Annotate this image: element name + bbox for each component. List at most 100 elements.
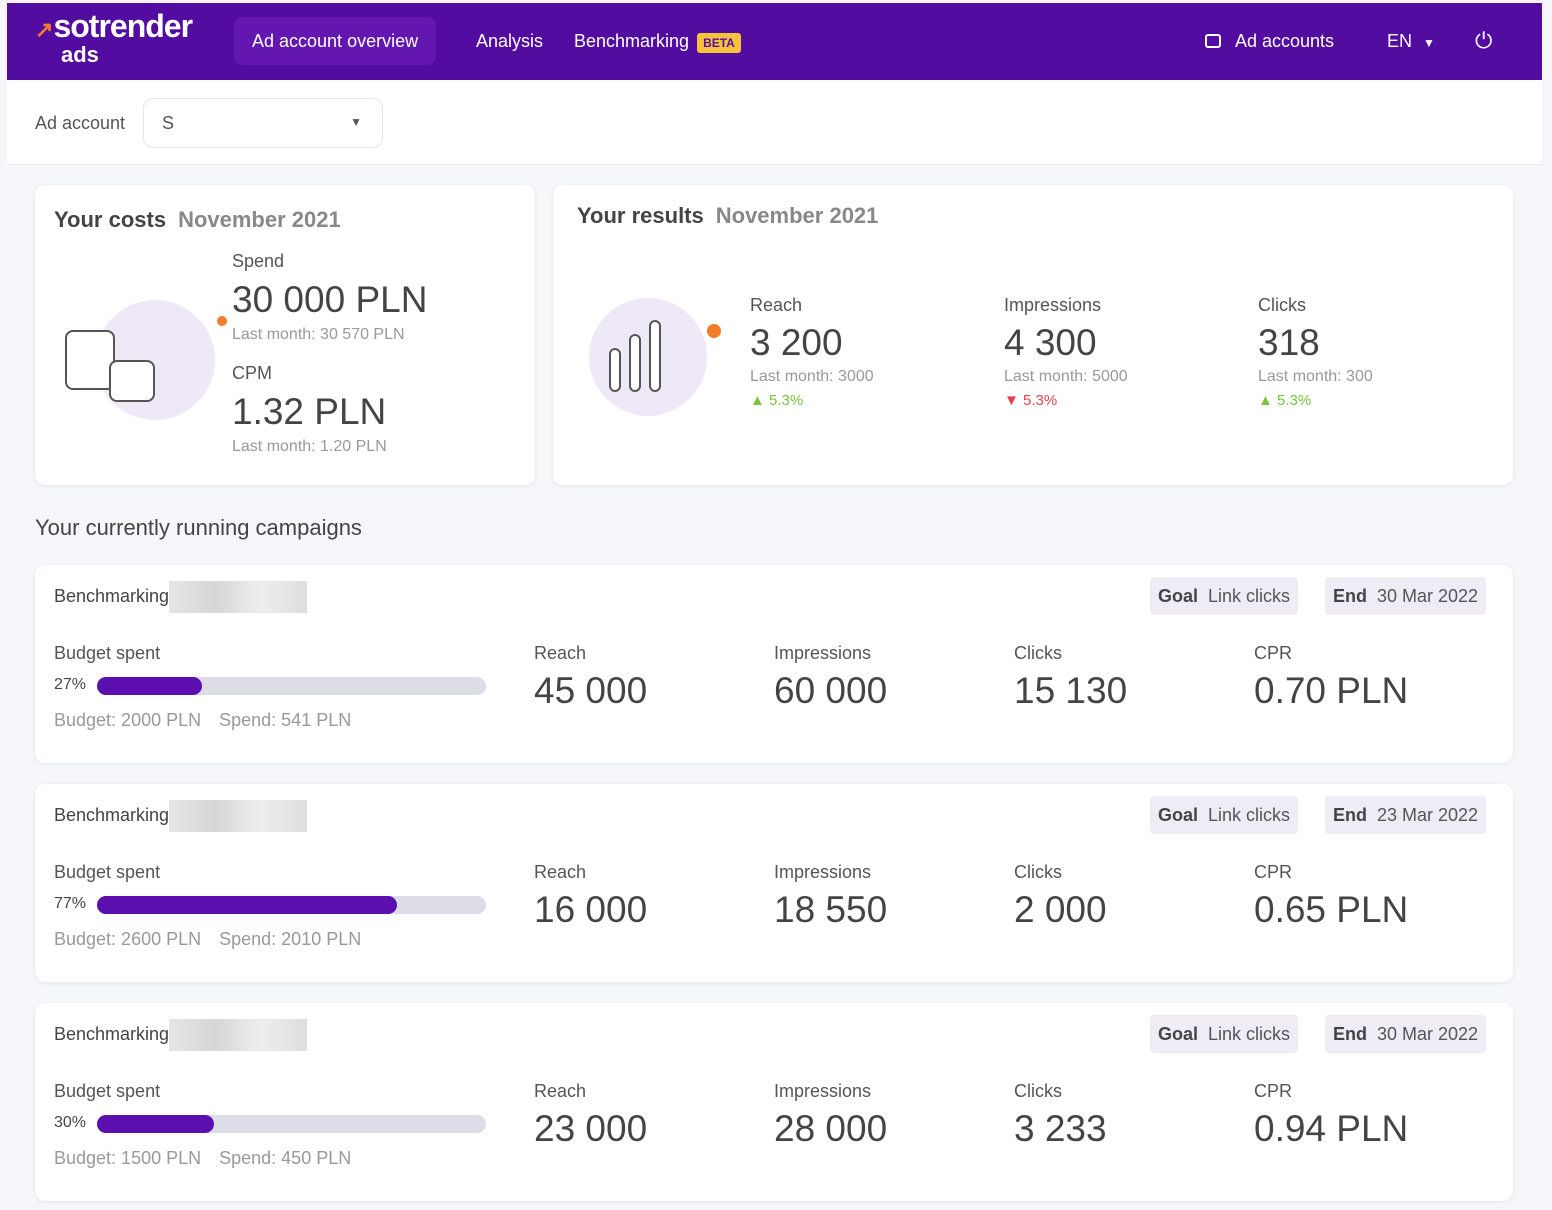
campaign-clicks: Clicks 2 000: [1014, 862, 1107, 931]
result-metric: Reach 3 200 Last month: 3000 ▲ 5.3%: [750, 295, 874, 409]
chevron-down-icon: ▼: [350, 115, 362, 129]
metric-value: 3 200: [750, 322, 843, 363]
end-label: End: [1333, 586, 1367, 606]
result-metric: Impressions 4 300 Last month: 5000 ▼ 5.3…: [1004, 295, 1128, 409]
metric-change: 5.3%: [769, 392, 804, 409]
goal-label: Goal: [1158, 586, 1199, 606]
goal-badge: Goal Link clicks: [1150, 1015, 1299, 1053]
nav-benchmarking-label: Benchmarking: [574, 31, 690, 51]
cpr-value: 0.94 PLN: [1254, 1108, 1409, 1149]
end-value: 23 Mar 2022: [1377, 805, 1479, 825]
redacted-name: [169, 800, 308, 832]
logo-text: sotrender: [53, 8, 193, 44]
ad-account-label: Ad account: [35, 113, 126, 133]
reach-value: 16 000: [534, 889, 648, 930]
end-badge: End 23 Mar 2022: [1325, 796, 1487, 834]
cpr-value: 0.70 PLN: [1254, 670, 1409, 711]
ad-account-select[interactable]: S ▼: [143, 98, 383, 148]
results-title: Your results: [577, 203, 704, 228]
costs-card: Your costs November 2021 Spend 30 000 PLN…: [35, 185, 535, 485]
goal-badge: Goal Link clicks: [1150, 796, 1299, 834]
campaign-card[interactable]: Benchmarking Goal Link clicks End 30 Mar 2…: [35, 565, 1513, 763]
impressions-label: Impressions: [774, 643, 872, 663]
spend-value: Spend: 541 PLN: [219, 710, 352, 730]
end-value: 30 Mar 2022: [1377, 1024, 1479, 1044]
reach-label: Reach: [534, 1081, 587, 1101]
budget-progress-bar: [97, 896, 486, 914]
budget-value: Budget: 2600 PLN: [54, 929, 202, 949]
account-bar: Ad account S ▼: [7, 80, 1542, 165]
metric-last-month: Last month: 300: [1258, 368, 1373, 385]
nav-benchmarking[interactable]: Benchmarking BETA: [556, 17, 759, 65]
campaign-card[interactable]: Benchmarking Goal Link clicks End 30 Mar 2…: [35, 1003, 1513, 1201]
reach-label: Reach: [534, 862, 587, 882]
goal-value: Link clicks: [1208, 805, 1291, 825]
goal-label: Goal: [1158, 1024, 1199, 1044]
budget-spent-label: Budget spent: [54, 1081, 161, 1101]
budget-progress-fill: [97, 896, 397, 914]
cpm-value: 1.32 PLN: [232, 391, 387, 432]
results-card: Your results November 2021 Reach 3 200 La…: [553, 185, 1513, 485]
nav-analysis[interactable]: Analysis: [458, 17, 561, 65]
language-select[interactable]: EN ▼: [1369, 17, 1453, 65]
logo-sub: ads: [61, 42, 99, 67]
metric-change: 5.3%: [1277, 392, 1312, 409]
ad-accounts-button[interactable]: Ad accounts: [1187, 17, 1352, 65]
campaign-card[interactable]: Benchmarking Goal Link clicks End 23 Mar 2…: [35, 784, 1513, 982]
campaign-name: Benchmarking: [54, 1023, 170, 1044]
budget-value: Budget: 2000 PLN: [54, 710, 202, 730]
budget-progress-fill: [97, 1115, 214, 1133]
impressions-value: 28 000: [774, 1108, 888, 1149]
power-icon[interactable]: ⏻: [1457, 17, 1510, 65]
budget-progress-bar: [97, 677, 486, 695]
metric-label: Clicks: [1258, 295, 1306, 315]
app-window: ↗sotrender ads Ad account overview Analys…: [7, 3, 1542, 1203]
end-label: End: [1333, 805, 1367, 825]
impressions-value: 18 550: [774, 889, 888, 930]
end-badge: End 30 Mar 2022: [1325, 577, 1487, 615]
ad-accounts-label: Ad accounts: [1235, 31, 1335, 51]
beta-badge: BETA: [697, 33, 741, 53]
nav-ad-account-overview[interactable]: Ad account overview: [234, 17, 437, 65]
logo[interactable]: ↗sotrender ads: [35, 10, 193, 67]
growth-chart-illustration-icon: [589, 298, 721, 416]
top-nav: ↗sotrender ads Ad account overview Analys…: [7, 3, 1542, 80]
budget-percent: 27%: [54, 676, 87, 693]
cpr-label: CPR: [1254, 1081, 1293, 1101]
reach-value: 45 000: [534, 670, 648, 711]
campaign-clicks: Clicks 15 130: [1014, 643, 1127, 712]
metric-change: 5.3%: [1023, 392, 1058, 409]
budget-percent: 30%: [54, 1114, 87, 1131]
redacted-name: [169, 581, 308, 613]
bolt-icon: ↗: [35, 17, 54, 42]
campaign-impressions: Impressions 28 000: [774, 1081, 887, 1150]
metric-value: 318: [1258, 322, 1320, 363]
goal-badge: Goal Link clicks: [1150, 577, 1299, 615]
clicks-value: 3 233: [1014, 1108, 1107, 1149]
campaign-clicks: Clicks 3 233: [1014, 1081, 1107, 1150]
campaign-reach: Reach 16 000: [534, 862, 647, 931]
campaign-name: Benchmarking: [54, 804, 170, 825]
clicks-label: Clicks: [1014, 643, 1062, 663]
campaign-cpr: CPR 0.65 PLN: [1254, 862, 1408, 931]
budget-progress-fill: [97, 677, 203, 695]
coins-illustration-icon: [65, 300, 227, 420]
arrow-up-icon: ▲: [750, 392, 765, 409]
campaign-cpr: CPR 0.94 PLN: [1254, 1081, 1408, 1150]
cpr-label: CPR: [1254, 862, 1293, 882]
budget-value: Budget: 1500 PLN: [54, 1148, 202, 1168]
chevron-down-icon: ▼: [1423, 36, 1435, 50]
spend-value: 30 000 PLN: [232, 279, 428, 320]
metric-value: 4 300: [1004, 322, 1097, 363]
metric-last-month: Last month: 5000: [1004, 368, 1128, 385]
budget-progress-bar: [97, 1115, 486, 1133]
clicks-label: Clicks: [1014, 862, 1062, 882]
campaigns-title: Your currently running campaigns: [35, 515, 362, 540]
clicks-value: 15 130: [1014, 670, 1128, 711]
campaign-reach: Reach 45 000: [534, 643, 647, 712]
language-label: EN: [1387, 31, 1413, 51]
metric-label: Reach: [750, 295, 803, 315]
budget-spent-label: Budget spent: [54, 862, 161, 882]
campaign-cpr: CPR 0.70 PLN: [1254, 643, 1408, 712]
end-badge: End 30 Mar 2022: [1325, 1015, 1487, 1053]
